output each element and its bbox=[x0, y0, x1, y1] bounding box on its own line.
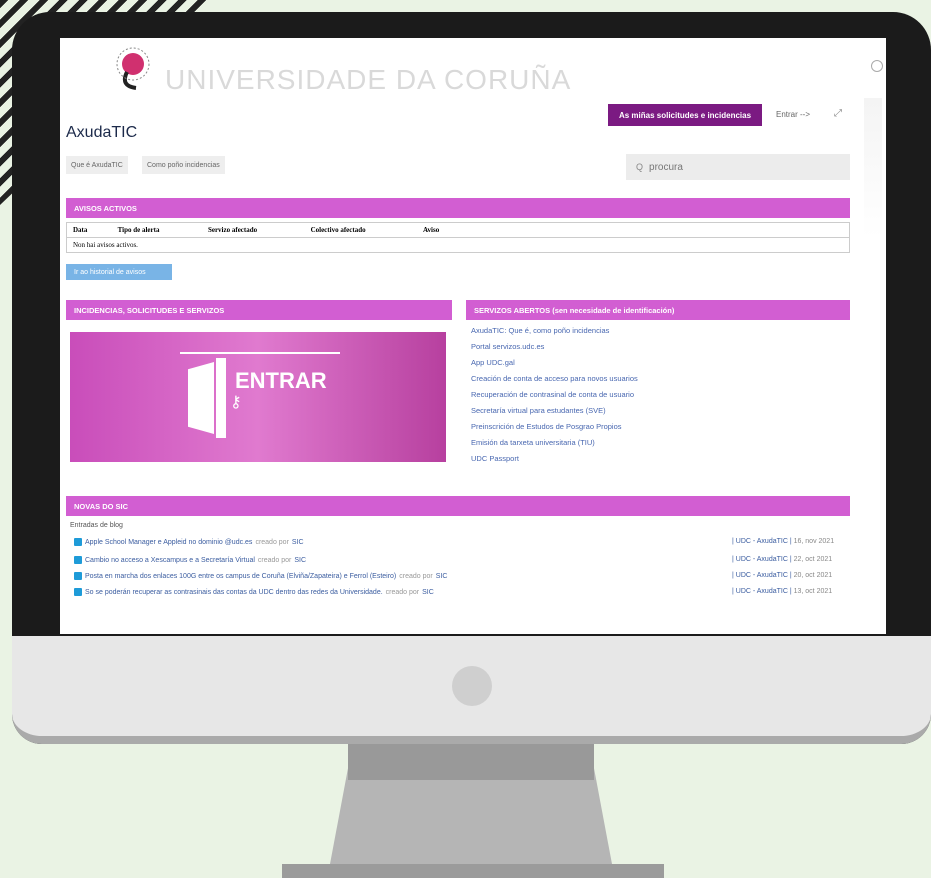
search-input[interactable]: Q procura bbox=[626, 154, 850, 180]
monitor-stand-shadow bbox=[348, 744, 594, 780]
alerts-heading: AVISOS ACTIVOS bbox=[66, 198, 850, 218]
search-placeholder: procura bbox=[649, 161, 683, 173]
door-icon bbox=[188, 362, 214, 434]
blog-entry[interactable]: Apple School Manager e Appleid no domini… bbox=[74, 538, 304, 546]
blog-meta: | UDC - AxudaTIC | 20, oct 2021 bbox=[732, 572, 832, 579]
blog-date: 13, oct 2021 bbox=[793, 588, 833, 595]
service-link[interactable]: Emisión da tarxeta universitaria (TIU) bbox=[471, 438, 595, 447]
col-colectivo: Colectivo afectado bbox=[310, 226, 366, 234]
service-link[interactable]: Preinscrición de Estudos de Posgrao Prop… bbox=[471, 422, 622, 431]
blog-date: 22, oct 2021 bbox=[793, 556, 833, 563]
blog-entry[interactable]: Cambio no acceso a Xescampus e a Secreta… bbox=[74, 556, 306, 564]
my-requests-button[interactable]: As miñas solicitudes e incidencias bbox=[608, 104, 762, 126]
blog-author[interactable]: SIC bbox=[294, 557, 306, 564]
col-servizo: Servizo afectado bbox=[207, 226, 258, 234]
banner-label: ENTRAR bbox=[235, 368, 327, 393]
blog-meta: | UDC - AxudaTIC | 22, oct 2021 bbox=[732, 556, 832, 563]
service-link[interactable]: Recuperación de contrasinal de conta de … bbox=[471, 390, 634, 399]
blog-source[interactable]: | UDC - AxudaTIC | bbox=[732, 538, 792, 545]
banner-line bbox=[180, 352, 340, 354]
key-icon: ⚷ bbox=[230, 394, 242, 411]
blog-by: creado por bbox=[257, 556, 292, 564]
blog-date: 20, oct 2021 bbox=[793, 572, 833, 579]
service-link[interactable]: App UDC.gal bbox=[471, 358, 515, 367]
incidents-heading: INCIDENCIAS, SOLICITUDES E SERVIZOS bbox=[66, 300, 452, 320]
service-link[interactable]: Portal servizos.udc.es bbox=[471, 342, 544, 351]
blog-author[interactable]: SIC bbox=[292, 539, 304, 546]
blog-by: creado por bbox=[399, 572, 433, 580]
university-name: UNIVERSIDADE DA CORUÑA bbox=[165, 64, 572, 95]
tab-que-e-axudatic[interactable]: Que é AxudaTIC bbox=[66, 156, 128, 174]
service-link[interactable]: Creación de conta de acceso para novos u… bbox=[471, 374, 638, 383]
service-link[interactable]: UDC Passport bbox=[471, 454, 519, 463]
alerts-empty: Non hai avisos activos. bbox=[73, 241, 138, 249]
blog-subheading: Entradas de blog bbox=[70, 522, 123, 529]
blog-icon bbox=[74, 538, 82, 546]
user-icon[interactable] bbox=[871, 60, 883, 72]
blog-author[interactable]: SIC bbox=[436, 573, 448, 580]
blog-title[interactable]: Apple School Manager e Appleid no domini… bbox=[85, 539, 252, 546]
blog-source[interactable]: | UDC - AxudaTIC | bbox=[732, 588, 792, 595]
scrollbar[interactable] bbox=[864, 98, 882, 238]
monitor-base bbox=[282, 864, 664, 878]
blog-entry[interactable]: So se poderán recuperar as contrasinais … bbox=[74, 588, 434, 596]
blog-title[interactable]: Posta en marcha dos enlaces 100G entre o… bbox=[85, 573, 396, 580]
blog-source[interactable]: | UDC - AxudaTIC | bbox=[732, 572, 792, 579]
enter-banner[interactable]: ENTRAR ⚷ bbox=[70, 332, 446, 462]
axudatic-logo-icon bbox=[116, 47, 150, 90]
blog-by: creado por bbox=[255, 538, 289, 546]
col-data: Data bbox=[73, 226, 88, 234]
col-aviso: Aviso bbox=[423, 226, 440, 234]
blog-icon bbox=[74, 556, 82, 564]
blog-icon bbox=[74, 588, 82, 596]
history-button[interactable]: Ir ao historial de avisos bbox=[66, 264, 172, 280]
blog-by: creado por bbox=[385, 588, 420, 596]
news-heading: NOVAS DO SIC bbox=[66, 496, 850, 516]
blog-meta: | UDC - AxudaTIC | 16, nov 2021 bbox=[732, 538, 834, 545]
col-tipo: Tipo de alerta bbox=[117, 226, 160, 234]
open-services-heading: SERVIZOS ABERTOS (sen necesidade de iden… bbox=[466, 300, 850, 320]
service-link[interactable]: AxudaTIC: Que é, como poño incidencias bbox=[471, 326, 609, 335]
alerts-table: Data Tipo de alerta Servizo afectado Col… bbox=[66, 222, 850, 253]
door-frame-icon bbox=[216, 358, 226, 438]
search-icon: Q bbox=[636, 162, 644, 172]
monitor-chin bbox=[12, 636, 931, 744]
tab-como-pono-incidencias[interactable]: Como poño incidencias bbox=[142, 156, 225, 174]
blog-title[interactable]: Cambio no acceso a Xescampus e a Secreta… bbox=[85, 557, 255, 564]
service-link[interactable]: Secretaría virtual para estudantes (SVE) bbox=[471, 406, 606, 415]
blog-author[interactable]: SIC bbox=[422, 589, 434, 596]
expand-icon[interactable]: ⤢ bbox=[834, 108, 842, 119]
browser-screen: UNIVERSIDADE DA CORUÑA As miñas solicitu… bbox=[60, 38, 886, 634]
blog-title[interactable]: So se poderán recuperar as contrasinais … bbox=[85, 589, 383, 596]
blog-source[interactable]: | UDC - AxudaTIC | bbox=[732, 556, 792, 563]
blog-meta: | UDC - AxudaTIC | 13, oct 2021 bbox=[732, 588, 832, 595]
login-link[interactable]: Entrar --> bbox=[776, 110, 810, 119]
blog-icon bbox=[74, 572, 82, 580]
blog-date: 16, nov 2021 bbox=[793, 538, 835, 545]
apple-logo-circle bbox=[452, 666, 492, 706]
blog-entry[interactable]: Posta en marcha dos enlaces 100G entre o… bbox=[74, 572, 447, 580]
page-title: AxudaTIC bbox=[66, 124, 138, 141]
